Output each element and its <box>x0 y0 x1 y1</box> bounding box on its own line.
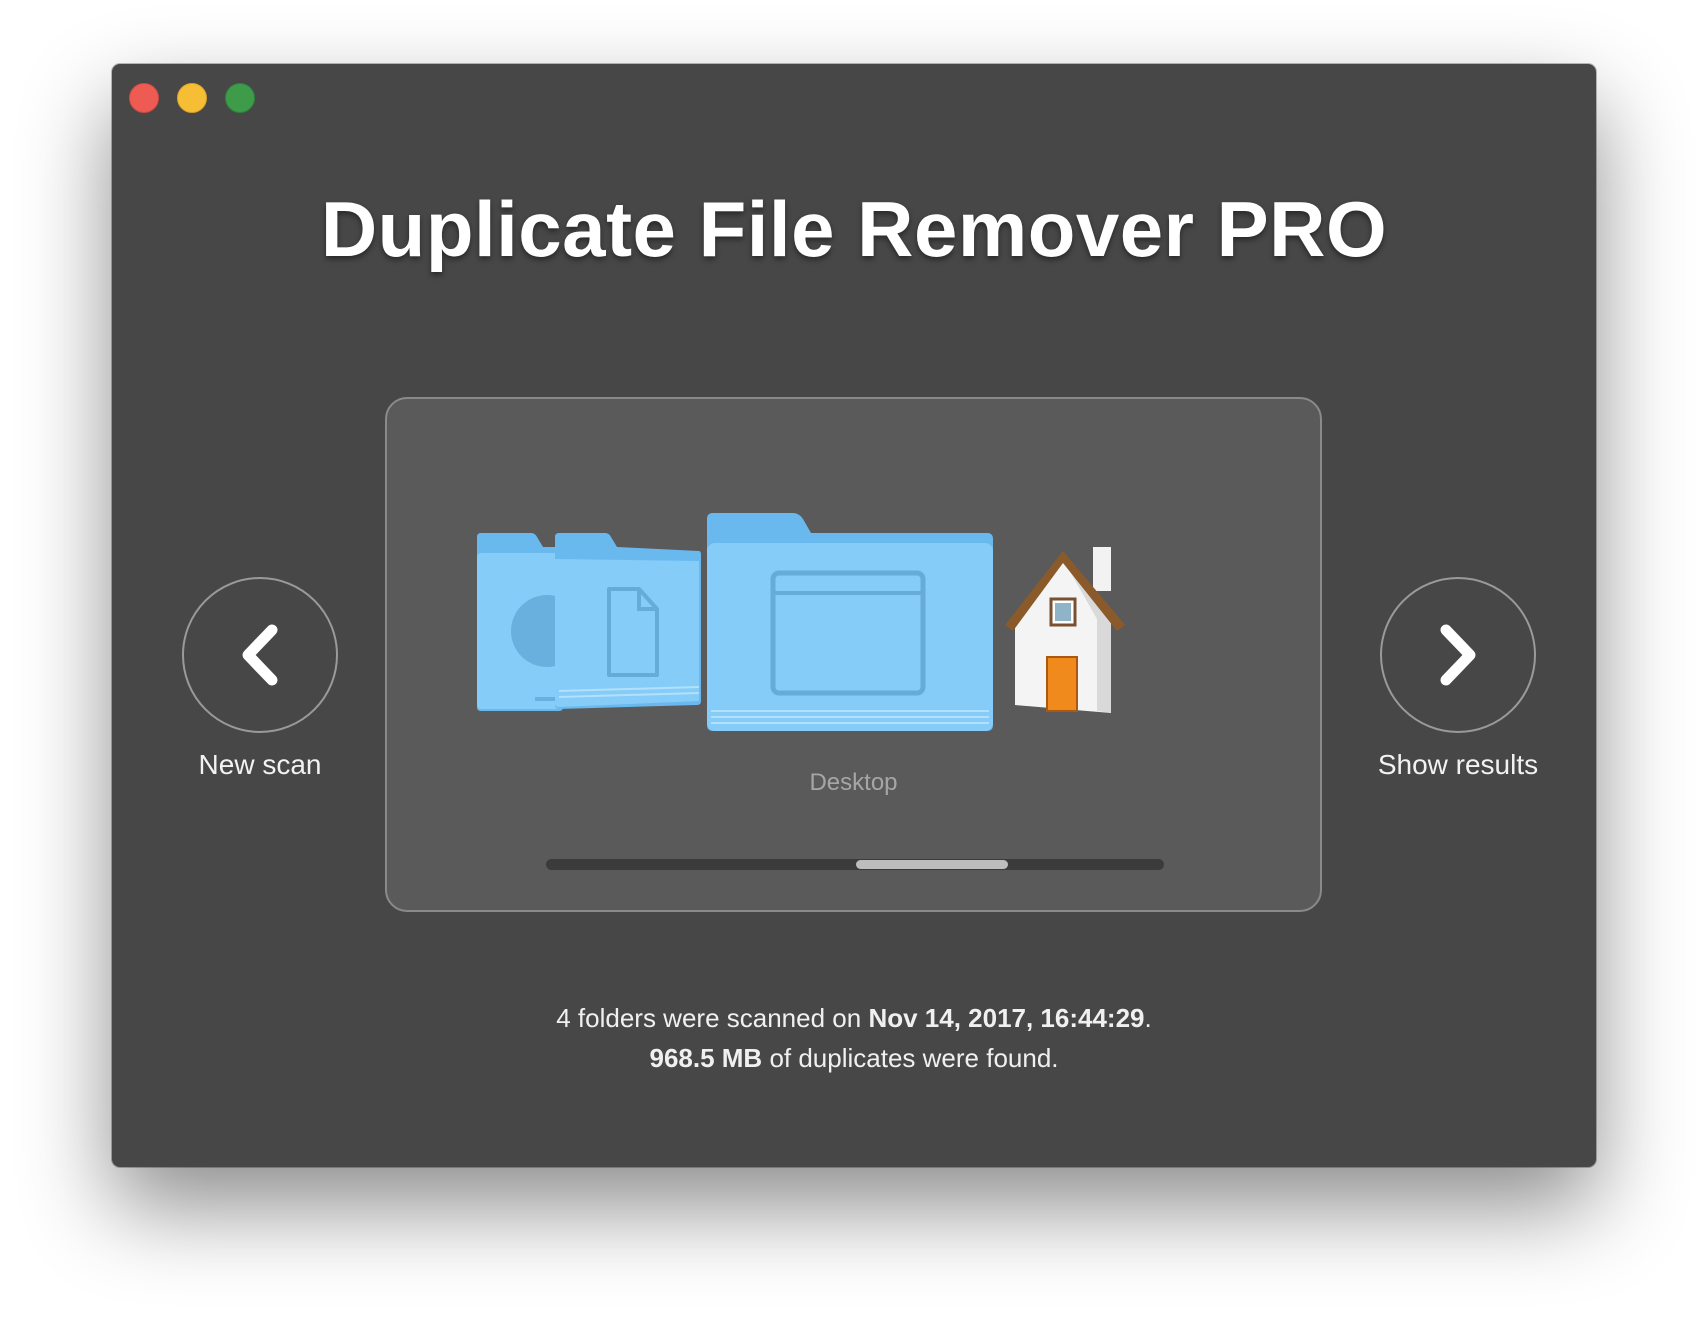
desktop-folder-icon[interactable] <box>705 511 995 733</box>
new-scan-button[interactable]: New scan <box>160 577 360 781</box>
show-results-button[interactable]: Show results <box>1358 577 1558 781</box>
app-title: Duplicate File Remover PRO <box>320 185 1388 273</box>
minimize-button[interactable] <box>177 83 207 113</box>
zoom-button[interactable] <box>225 83 255 113</box>
close-button[interactable] <box>129 83 159 113</box>
documents-folder-icon[interactable] <box>553 531 703 711</box>
duplicates-size: 968.5 MB <box>649 1043 763 1073</box>
show-results-label: Show results <box>1377 749 1539 780</box>
summary-prefix: 4 folders were scanned on <box>556 1003 869 1033</box>
summary-period: . <box>1144 1003 1152 1033</box>
folder-browser: Desktop <box>385 397 1322 912</box>
summary-line-1: 4 folders were scanned on Nov 14, 2017, … <box>112 998 1596 1038</box>
chevron-right-icon <box>1440 624 1476 686</box>
home-folder-icon[interactable] <box>1001 535 1141 715</box>
selected-folder-label: Desktop <box>809 769 898 796</box>
carousel-scrollbar[interactable] <box>546 859 1164 870</box>
window-controls <box>129 83 255 113</box>
app-window: Duplicate File Remover PRO New scan Show… <box>112 64 1596 1167</box>
summary-line-2: 968.5 MB of duplicates were found. <box>112 1038 1596 1078</box>
scrollbar-thumb[interactable] <box>856 860 1008 869</box>
scan-date: Nov 14, 2017, 16:44:29 <box>868 1003 1145 1033</box>
scan-summary: 4 folders were scanned on Nov 14, 2017, … <box>112 998 1596 1078</box>
downloads-folder-icon[interactable] <box>475 531 583 711</box>
folder-carousel <box>475 511 1175 741</box>
chevron-left-icon <box>242 624 278 686</box>
show-results-circle[interactable] <box>1380 577 1536 733</box>
summary-suffix: of duplicates were found. <box>762 1043 1059 1073</box>
new-scan-circle[interactable] <box>182 577 338 733</box>
new-scan-label: New scan <box>198 749 322 780</box>
